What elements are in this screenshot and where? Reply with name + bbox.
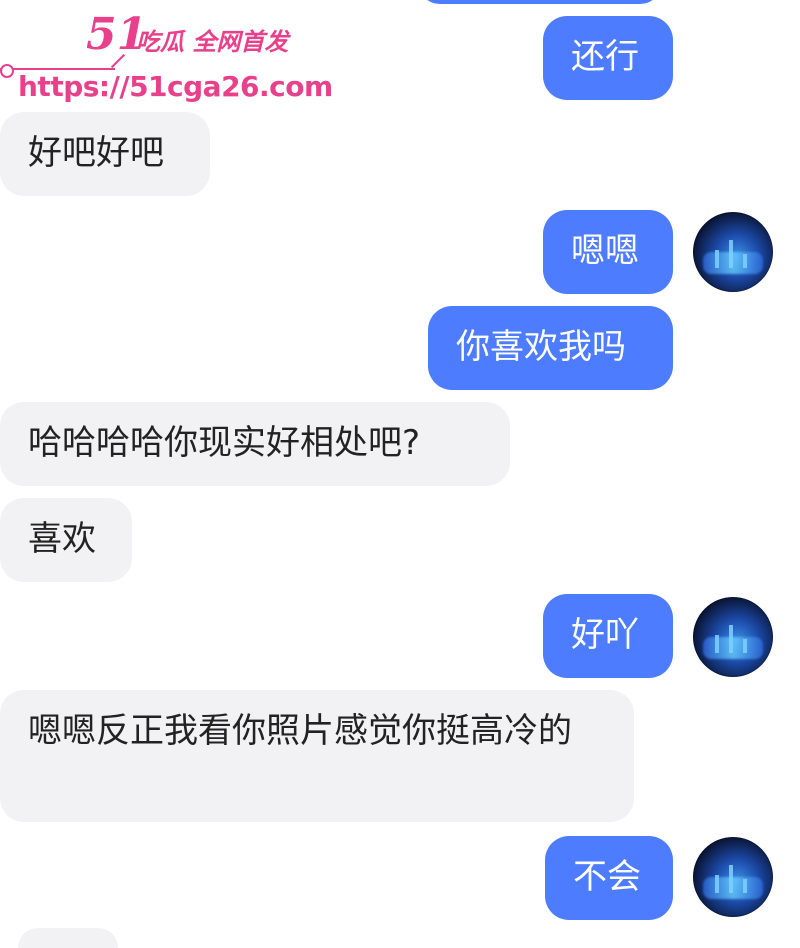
- avatar[interactable]: [693, 212, 773, 292]
- message-bubble-outgoing[interactable]: 嗯嗯: [543, 210, 673, 294]
- message-bubble-outgoing[interactable]: 不会: [545, 836, 673, 920]
- watermark-tagline: 吃瓜 全网首发: [136, 28, 289, 56]
- message-bubble-outgoing[interactable]: 还行: [543, 16, 673, 100]
- partial-outgoing-bubble[interactable]: [418, 0, 662, 4]
- partial-incoming-bubble[interactable]: [18, 928, 118, 948]
- message-bubble-incoming[interactable]: 好吧好吧: [0, 112, 210, 196]
- avatar[interactable]: [693, 837, 773, 917]
- watermark-logo: 51 吃瓜 全网首发 https://51cga26.com: [0, 10, 333, 110]
- message-text: 不会: [573, 857, 641, 897]
- message-bubble-outgoing[interactable]: 好吖: [543, 594, 673, 678]
- message-text: 嗯嗯: [571, 231, 639, 271]
- message-bubble-incoming[interactable]: 喜欢: [0, 498, 132, 582]
- message-text: 喜欢: [28, 519, 96, 559]
- message-text: 哈哈哈哈你现实好相处吧?: [28, 423, 421, 463]
- message-text: 还行: [571, 37, 639, 77]
- message-text: 好吖: [571, 615, 639, 655]
- message-text: 你喜欢我吗: [456, 327, 626, 367]
- message-bubble-incoming[interactable]: 哈哈哈哈你现实好相处吧?: [0, 402, 510, 486]
- message-bubble-outgoing[interactable]: 你喜欢我吗: [428, 306, 673, 390]
- watermark-url: https://51cga26.com: [18, 70, 333, 103]
- avatar[interactable]: [693, 597, 773, 677]
- message-text: 嗯嗯反正我看你照片感觉你挺高冷的: [28, 711, 572, 751]
- message-bubble-incoming[interactable]: 嗯嗯反正我看你照片感觉你挺高冷的: [0, 690, 634, 822]
- message-text: 好吧好吧: [28, 133, 164, 173]
